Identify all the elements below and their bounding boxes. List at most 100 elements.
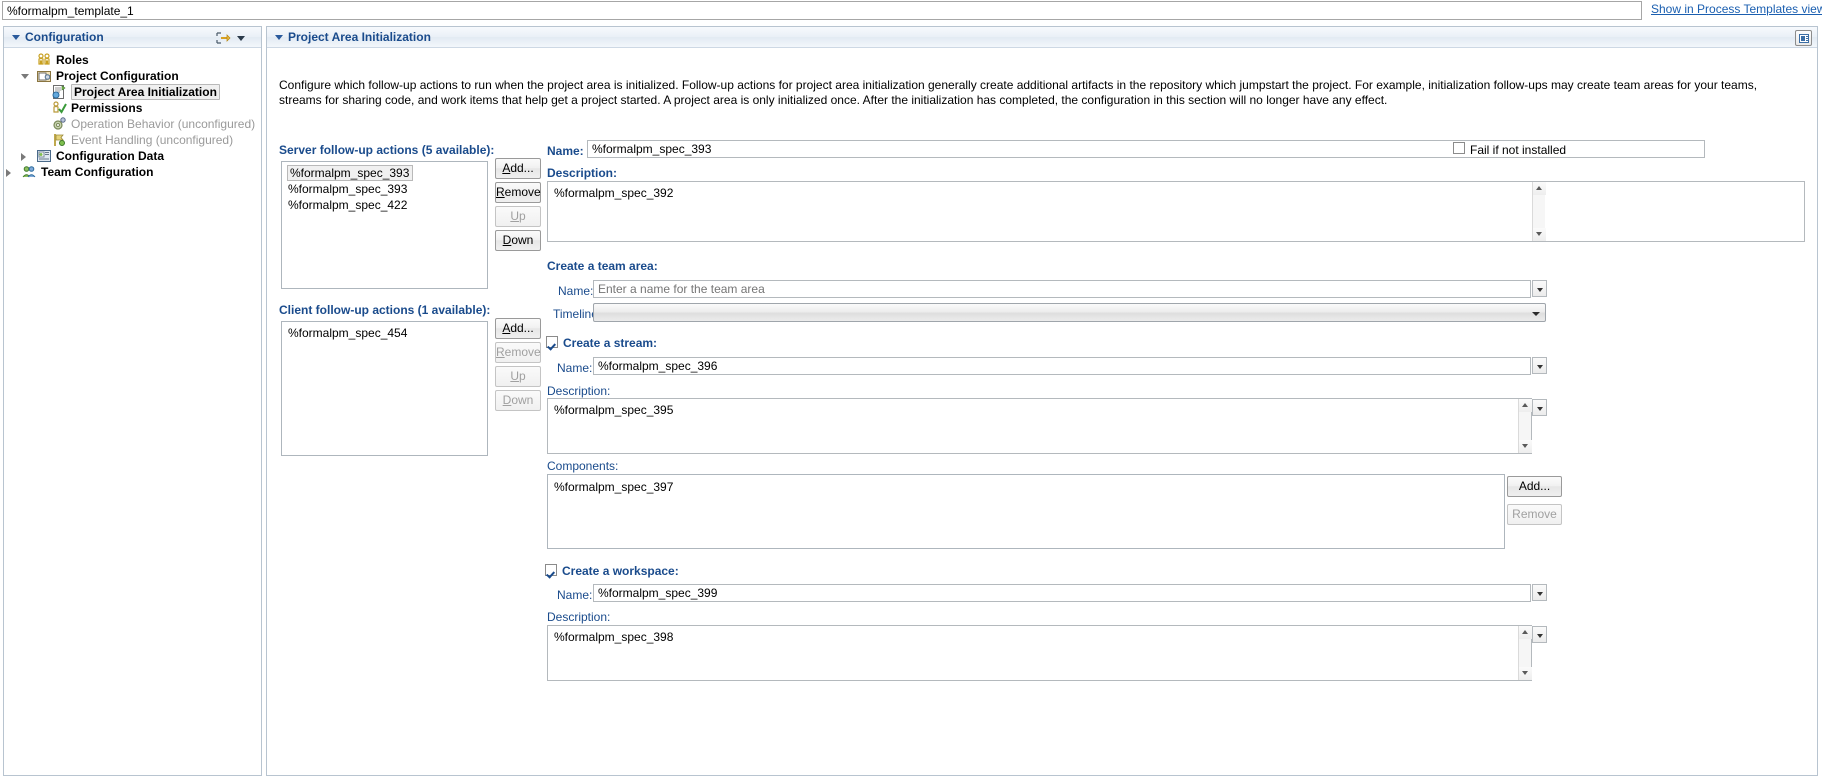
collapse-triangle-icon[interactable] (275, 35, 283, 40)
team-area-name-dropdown-icon[interactable] (1532, 280, 1547, 297)
server-action-remove-button[interactable]: Remove (495, 182, 541, 203)
view-menu-icon[interactable] (237, 36, 245, 41)
tree-item-label: Event Handling (unconfigured) (71, 133, 234, 147)
collapse-triangle-icon[interactable] (12, 35, 20, 40)
show-in-process-templates-view-link[interactable]: Show in Process Templates view (1651, 2, 1822, 16)
tree-item-label: Team Configuration (41, 165, 154, 179)
workspace-description-textarea[interactable]: %formalpm_spec_398 (547, 625, 1532, 681)
tree-item-event-handling-unconfigured[interactable]: Event Handling (unconfigured) (4, 132, 261, 148)
project-area-initialization-header: Project Area Initialization (267, 27, 1817, 48)
client-action-item[interactable]: %formalpm_spec_454 (282, 325, 487, 341)
team-area-name-input[interactable] (593, 280, 1531, 298)
server-action-up-button: Up (495, 206, 541, 227)
maximize-section-icon[interactable] (1795, 30, 1812, 46)
chevron-down-icon (1532, 312, 1540, 316)
server-action-add-button[interactable]: Add... (495, 158, 541, 179)
tree-item-project-area-initialization[interactable]: Project Area Initialization (4, 84, 261, 100)
team-area-timeline-combobox[interactable] (593, 303, 1546, 322)
workspace-description-dropdown-icon[interactable] (1532, 626, 1547, 643)
component-item[interactable]: %formalpm_spec_397 (548, 479, 1504, 495)
workspace-description-value: %formalpm_spec_398 (554, 630, 674, 644)
client-action-down-button: Down (495, 390, 541, 411)
stream-name-input[interactable] (593, 357, 1531, 375)
server-follow-up-actions-list[interactable]: %formalpm_spec_393 %formalpm_spec_393 %for… (281, 161, 488, 289)
stream-name-dropdown-icon[interactable] (1532, 357, 1547, 374)
tree-item-configuration-data[interactable]: Configuration Data (4, 148, 261, 164)
configuration-tree-body: Roles Project Configuration Project Area I… (4, 48, 261, 775)
client-action-up-button: Up (495, 366, 541, 387)
project-area-initialization-panel: Project Area Initialization Configure wh… (266, 26, 1818, 776)
component-remove-button: Remove (1507, 504, 1562, 525)
top-bar: Show in Process Templates view (0, 0, 1822, 22)
scroll-up-icon[interactable] (1519, 399, 1532, 412)
configuration-panel-title: Configuration (25, 30, 104, 44)
tree-item-operation-behavior-unconfigured[interactable]: Operation Behavior (unconfigured) (4, 116, 261, 132)
create-workspace-heading: Create a workspace: (562, 564, 679, 578)
stream-description-textarea[interactable]: %formalpm_spec_395 (547, 398, 1532, 454)
application-window: Show in Process Templates view Configura… (0, 0, 1822, 779)
client-follow-up-actions-list[interactable]: %formalpm_spec_454 (281, 321, 488, 456)
scroll-down-icon[interactable] (1519, 440, 1532, 453)
create-stream-heading: Create a stream: (563, 336, 658, 350)
tree-item-roles[interactable]: Roles (4, 52, 261, 68)
create-stream-checkbox[interactable] (546, 336, 558, 348)
tree-item-label: Roles (56, 53, 89, 67)
client-follow-up-actions-label: Client follow-up actions (1 available): (279, 303, 491, 317)
project-area-initialization-body: Configure which follow-up actions to run… (267, 48, 1817, 775)
scroll-up-icon[interactable] (1519, 626, 1532, 639)
collapse-all-icon[interactable] (215, 31, 231, 45)
component-add-button[interactable]: Add... (1507, 476, 1562, 497)
project-configuration-icon (36, 68, 52, 84)
detail-name-label: Name: (547, 144, 584, 158)
tree-item-team-configuration[interactable]: Team Configuration (4, 164, 261, 180)
configuration-panel-toolbar (215, 30, 255, 46)
tree-expand-arrow-icon[interactable] (6, 169, 11, 177)
configuration-tree[interactable]: Roles Project Configuration Project Area I… (4, 52, 261, 180)
server-action-item[interactable]: %formalpm_spec_393 (282, 181, 487, 197)
tree-item-label: Project Area Initialization (71, 84, 220, 100)
permissions-icon (51, 100, 67, 116)
server-follow-up-actions-label: Server follow-up actions (5 available): (279, 143, 495, 157)
workspace-description-scrollbar[interactable] (1518, 626, 1532, 680)
server-action-item[interactable]: %formalpm_spec_422 (282, 197, 487, 213)
workspace-name-input[interactable] (593, 584, 1531, 602)
scroll-down-icon[interactable] (1519, 667, 1532, 680)
project-area-initialization-icon (51, 84, 67, 100)
workspace-name-label: Name: (557, 588, 593, 602)
client-action-add-button[interactable]: Add... (495, 318, 541, 339)
create-workspace-checkbox[interactable] (545, 564, 557, 576)
team-area-name-label: Name: (558, 284, 594, 298)
scroll-down-icon[interactable] (1533, 228, 1546, 241)
tree-expand-arrow-icon[interactable] (21, 74, 29, 79)
workspace-description-label: Description: (547, 610, 611, 624)
scroll-up-icon[interactable] (1533, 182, 1546, 195)
tree-item-label: Permissions (71, 101, 143, 115)
stream-description-dropdown-icon[interactable] (1532, 399, 1547, 416)
template-name-input[interactable] (2, 1, 1642, 20)
tree-item-label: Project Configuration (56, 69, 179, 83)
server-action-item[interactable]: %formalpm_spec_393 (287, 165, 414, 181)
fail-if-not-installed-checkbox[interactable] (1453, 142, 1465, 154)
stream-components-label: Components: (547, 459, 619, 473)
stream-description-scrollbar[interactable] (1518, 399, 1532, 453)
tree-item-project-configuration[interactable]: Project Configuration (4, 68, 261, 84)
server-action-item-row: %formalpm_spec_393 (282, 165, 487, 181)
detail-description-textarea[interactable]: %formalpm_spec_392 (547, 181, 1805, 242)
roles-icon (36, 52, 52, 68)
workspace-name-dropdown-icon[interactable] (1532, 584, 1547, 601)
configuration-data-icon (36, 148, 52, 164)
client-action-remove-button: Remove (495, 342, 541, 363)
detail-description-scrollbar[interactable] (1532, 182, 1546, 241)
stream-components-list[interactable]: %formalpm_spec_397 (547, 474, 1505, 549)
detail-description-label: Description: (547, 166, 618, 180)
server-action-down-button[interactable]: Down (495, 230, 541, 251)
project-area-initialization-title: Project Area Initialization (288, 30, 431, 44)
create-team-area-heading: Create a team area: (547, 259, 658, 273)
operation-behavior-icon (51, 116, 67, 132)
stream-description-label: Description: (547, 384, 611, 398)
tree-item-label: Operation Behavior (unconfigured) (71, 117, 256, 131)
tree-item-permissions[interactable]: Permissions (4, 100, 261, 116)
tree-expand-arrow-icon[interactable] (21, 153, 26, 161)
event-handling-icon (51, 132, 67, 148)
stream-name-label: Name: (557, 361, 593, 375)
